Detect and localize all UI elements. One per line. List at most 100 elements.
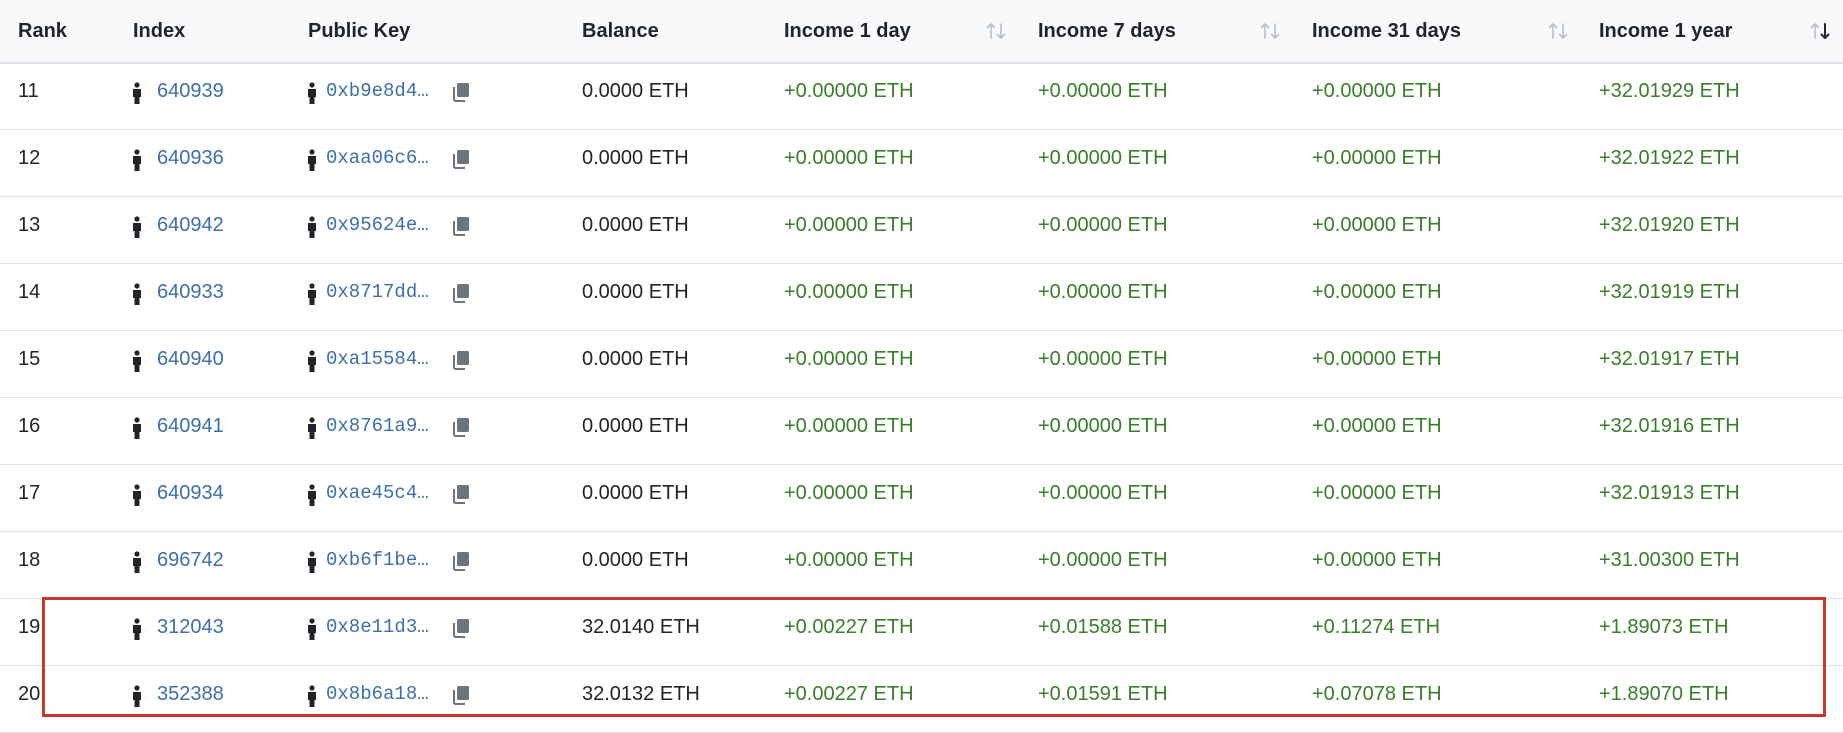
person-icon xyxy=(306,283,318,305)
rank-cell: 13 xyxy=(18,214,41,236)
sort-arrows-icon[interactable] xyxy=(1546,19,1570,43)
income-1-year-cell: +32.01922 ETH xyxy=(1599,147,1740,169)
public-key-link[interactable]: 0xae45c4… xyxy=(326,464,429,531)
copy-icon[interactable] xyxy=(451,350,471,370)
income-1-day-cell: +0.00000 ETH xyxy=(784,214,914,236)
person-icon xyxy=(131,216,143,238)
table-row: 14 640933 0x8717dd… 0.0000 ETH +0.00000 … xyxy=(0,263,1843,331)
table-row: 16 640941 0x8761a9… 0.0000 ETH +0.00000 … xyxy=(0,397,1843,465)
balance-cell: 0.0000 ETH xyxy=(582,214,689,236)
income-31-days-cell: +0.00000 ETH xyxy=(1312,549,1442,571)
header-income-31-days[interactable]: Income 31 days xyxy=(1312,0,1461,62)
validator-index-link[interactable]: 640934 xyxy=(157,464,224,531)
sort-descending-icon[interactable] xyxy=(1808,19,1832,43)
income-1-year-cell: +32.01916 ETH xyxy=(1599,415,1740,437)
income-7-days-cell: +0.00000 ETH xyxy=(1038,482,1168,504)
validator-index-link[interactable]: 640933 xyxy=(157,263,224,330)
income-1-day-cell: +0.00227 ETH xyxy=(784,616,914,638)
balance-cell: 0.0000 ETH xyxy=(582,549,689,571)
balance-cell: 0.0000 ETH xyxy=(582,80,689,102)
income-1-year-cell: +1.89073 ETH xyxy=(1599,616,1729,638)
copy-icon[interactable] xyxy=(451,685,471,705)
person-icon xyxy=(131,484,143,506)
income-1-year-cell: +32.01919 ETH xyxy=(1599,281,1740,303)
income-1-day-cell: +0.00000 ETH xyxy=(784,415,914,437)
balance-cell: 0.0000 ETH xyxy=(582,348,689,370)
income-31-days-cell: +0.00000 ETH xyxy=(1312,281,1442,303)
person-icon xyxy=(306,149,318,171)
income-1-day-cell: +0.00000 ETH xyxy=(784,147,914,169)
copy-icon[interactable] xyxy=(451,216,471,236)
header-income-1-day[interactable]: Income 1 day xyxy=(784,0,911,62)
public-key-link[interactable]: 0xb6f1be… xyxy=(326,531,429,598)
person-icon xyxy=(306,216,318,238)
rank-cell: 12 xyxy=(18,147,41,169)
person-icon xyxy=(131,283,143,305)
public-key-link[interactable]: 0x8761a9… xyxy=(326,397,429,464)
table-header: Rank Index Public Key Balance Income 1 d… xyxy=(0,0,1843,64)
table-row: 12 640936 0xaa06c6… 0.0000 ETH +0.00000 … xyxy=(0,129,1843,197)
income-7-days-cell: +0.00000 ETH xyxy=(1038,348,1168,370)
validator-index-link[interactable]: 640940 xyxy=(157,330,224,397)
income-7-days-cell: +0.00000 ETH xyxy=(1038,214,1168,236)
copy-icon[interactable] xyxy=(451,417,471,437)
sort-arrows-icon[interactable] xyxy=(1258,19,1282,43)
copy-icon[interactable] xyxy=(451,149,471,169)
public-key-link[interactable]: 0xb9e8d4… xyxy=(326,62,429,129)
validator-index-link[interactable]: 352388 xyxy=(157,665,224,732)
public-key-link[interactable]: 0x8717dd… xyxy=(326,263,429,330)
validator-index-link[interactable]: 640939 xyxy=(157,62,224,129)
rank-cell: 19 xyxy=(18,616,41,638)
validator-index-link[interactable]: 640942 xyxy=(157,196,224,263)
copy-icon[interactable] xyxy=(451,283,471,303)
rank-cell: 11 xyxy=(18,80,39,102)
person-icon xyxy=(131,417,143,439)
copy-icon[interactable] xyxy=(451,484,471,504)
income-7-days-cell: +0.00000 ETH xyxy=(1038,281,1168,303)
income-31-days-cell: +0.11274 ETH xyxy=(1312,616,1441,638)
public-key-link[interactable]: 0x8b6a18… xyxy=(326,665,429,732)
validator-index-link[interactable]: 696742 xyxy=(157,531,224,598)
rank-cell: 15 xyxy=(18,348,41,370)
header-index[interactable]: Index xyxy=(133,0,185,62)
header-balance[interactable]: Balance xyxy=(582,0,659,62)
public-key-link[interactable]: 0x8e11d3… xyxy=(326,598,429,665)
balance-cell: 32.0140 ETH xyxy=(582,616,700,638)
income-7-days-cell: +0.00000 ETH xyxy=(1038,549,1168,571)
header-income-7-days[interactable]: Income 7 days xyxy=(1038,0,1176,62)
person-icon xyxy=(306,484,318,506)
table-row: 15 640940 0xa15584… 0.0000 ETH +0.00000 … xyxy=(0,330,1843,398)
income-31-days-cell: +0.07078 ETH xyxy=(1312,683,1442,705)
income-1-year-cell: +32.01913 ETH xyxy=(1599,482,1740,504)
income-7-days-cell: +0.00000 ETH xyxy=(1038,147,1168,169)
person-icon xyxy=(306,350,318,372)
public-key-link[interactable]: 0xaa06c6… xyxy=(326,129,429,196)
validator-index-link[interactable]: 312043 xyxy=(157,598,224,665)
income-31-days-cell: +0.00000 ETH xyxy=(1312,415,1442,437)
copy-icon[interactable] xyxy=(451,551,471,571)
income-7-days-cell: +0.00000 ETH xyxy=(1038,415,1168,437)
income-1-year-cell: +32.01917 ETH xyxy=(1599,348,1740,370)
balance-cell: 0.0000 ETH xyxy=(582,415,689,437)
public-key-link[interactable]: 0x95624e… xyxy=(326,196,429,263)
table-row: 19 312043 0x8e11d3… 32.0140 ETH +0.00227… xyxy=(0,598,1843,666)
header-rank[interactable]: Rank xyxy=(18,0,67,62)
header-public-key[interactable]: Public Key xyxy=(308,0,410,62)
public-key-link[interactable]: 0xa15584… xyxy=(326,330,429,397)
balance-cell: 0.0000 ETH xyxy=(582,147,689,169)
person-icon xyxy=(131,149,143,171)
income-7-days-cell: +0.01591 ETH xyxy=(1038,683,1168,705)
validator-index-link[interactable]: 640936 xyxy=(157,129,224,196)
sort-arrows-icon[interactable] xyxy=(984,19,1008,43)
validator-index-link[interactable]: 640941 xyxy=(157,397,224,464)
header-income-1-year[interactable]: Income 1 year xyxy=(1599,0,1732,62)
income-7-days-cell: +0.00000 ETH xyxy=(1038,80,1168,102)
person-icon xyxy=(306,618,318,640)
copy-icon[interactable] xyxy=(451,82,471,102)
copy-icon[interactable] xyxy=(451,618,471,638)
income-1-day-cell: +0.00000 ETH xyxy=(784,482,914,504)
rank-cell: 18 xyxy=(18,549,41,571)
table-row: 20 352388 0x8b6a18… 32.0132 ETH +0.00227… xyxy=(0,665,1843,733)
income-1-day-cell: +0.00000 ETH xyxy=(784,549,914,571)
income-1-year-cell: +31.00300 ETH xyxy=(1599,549,1740,571)
